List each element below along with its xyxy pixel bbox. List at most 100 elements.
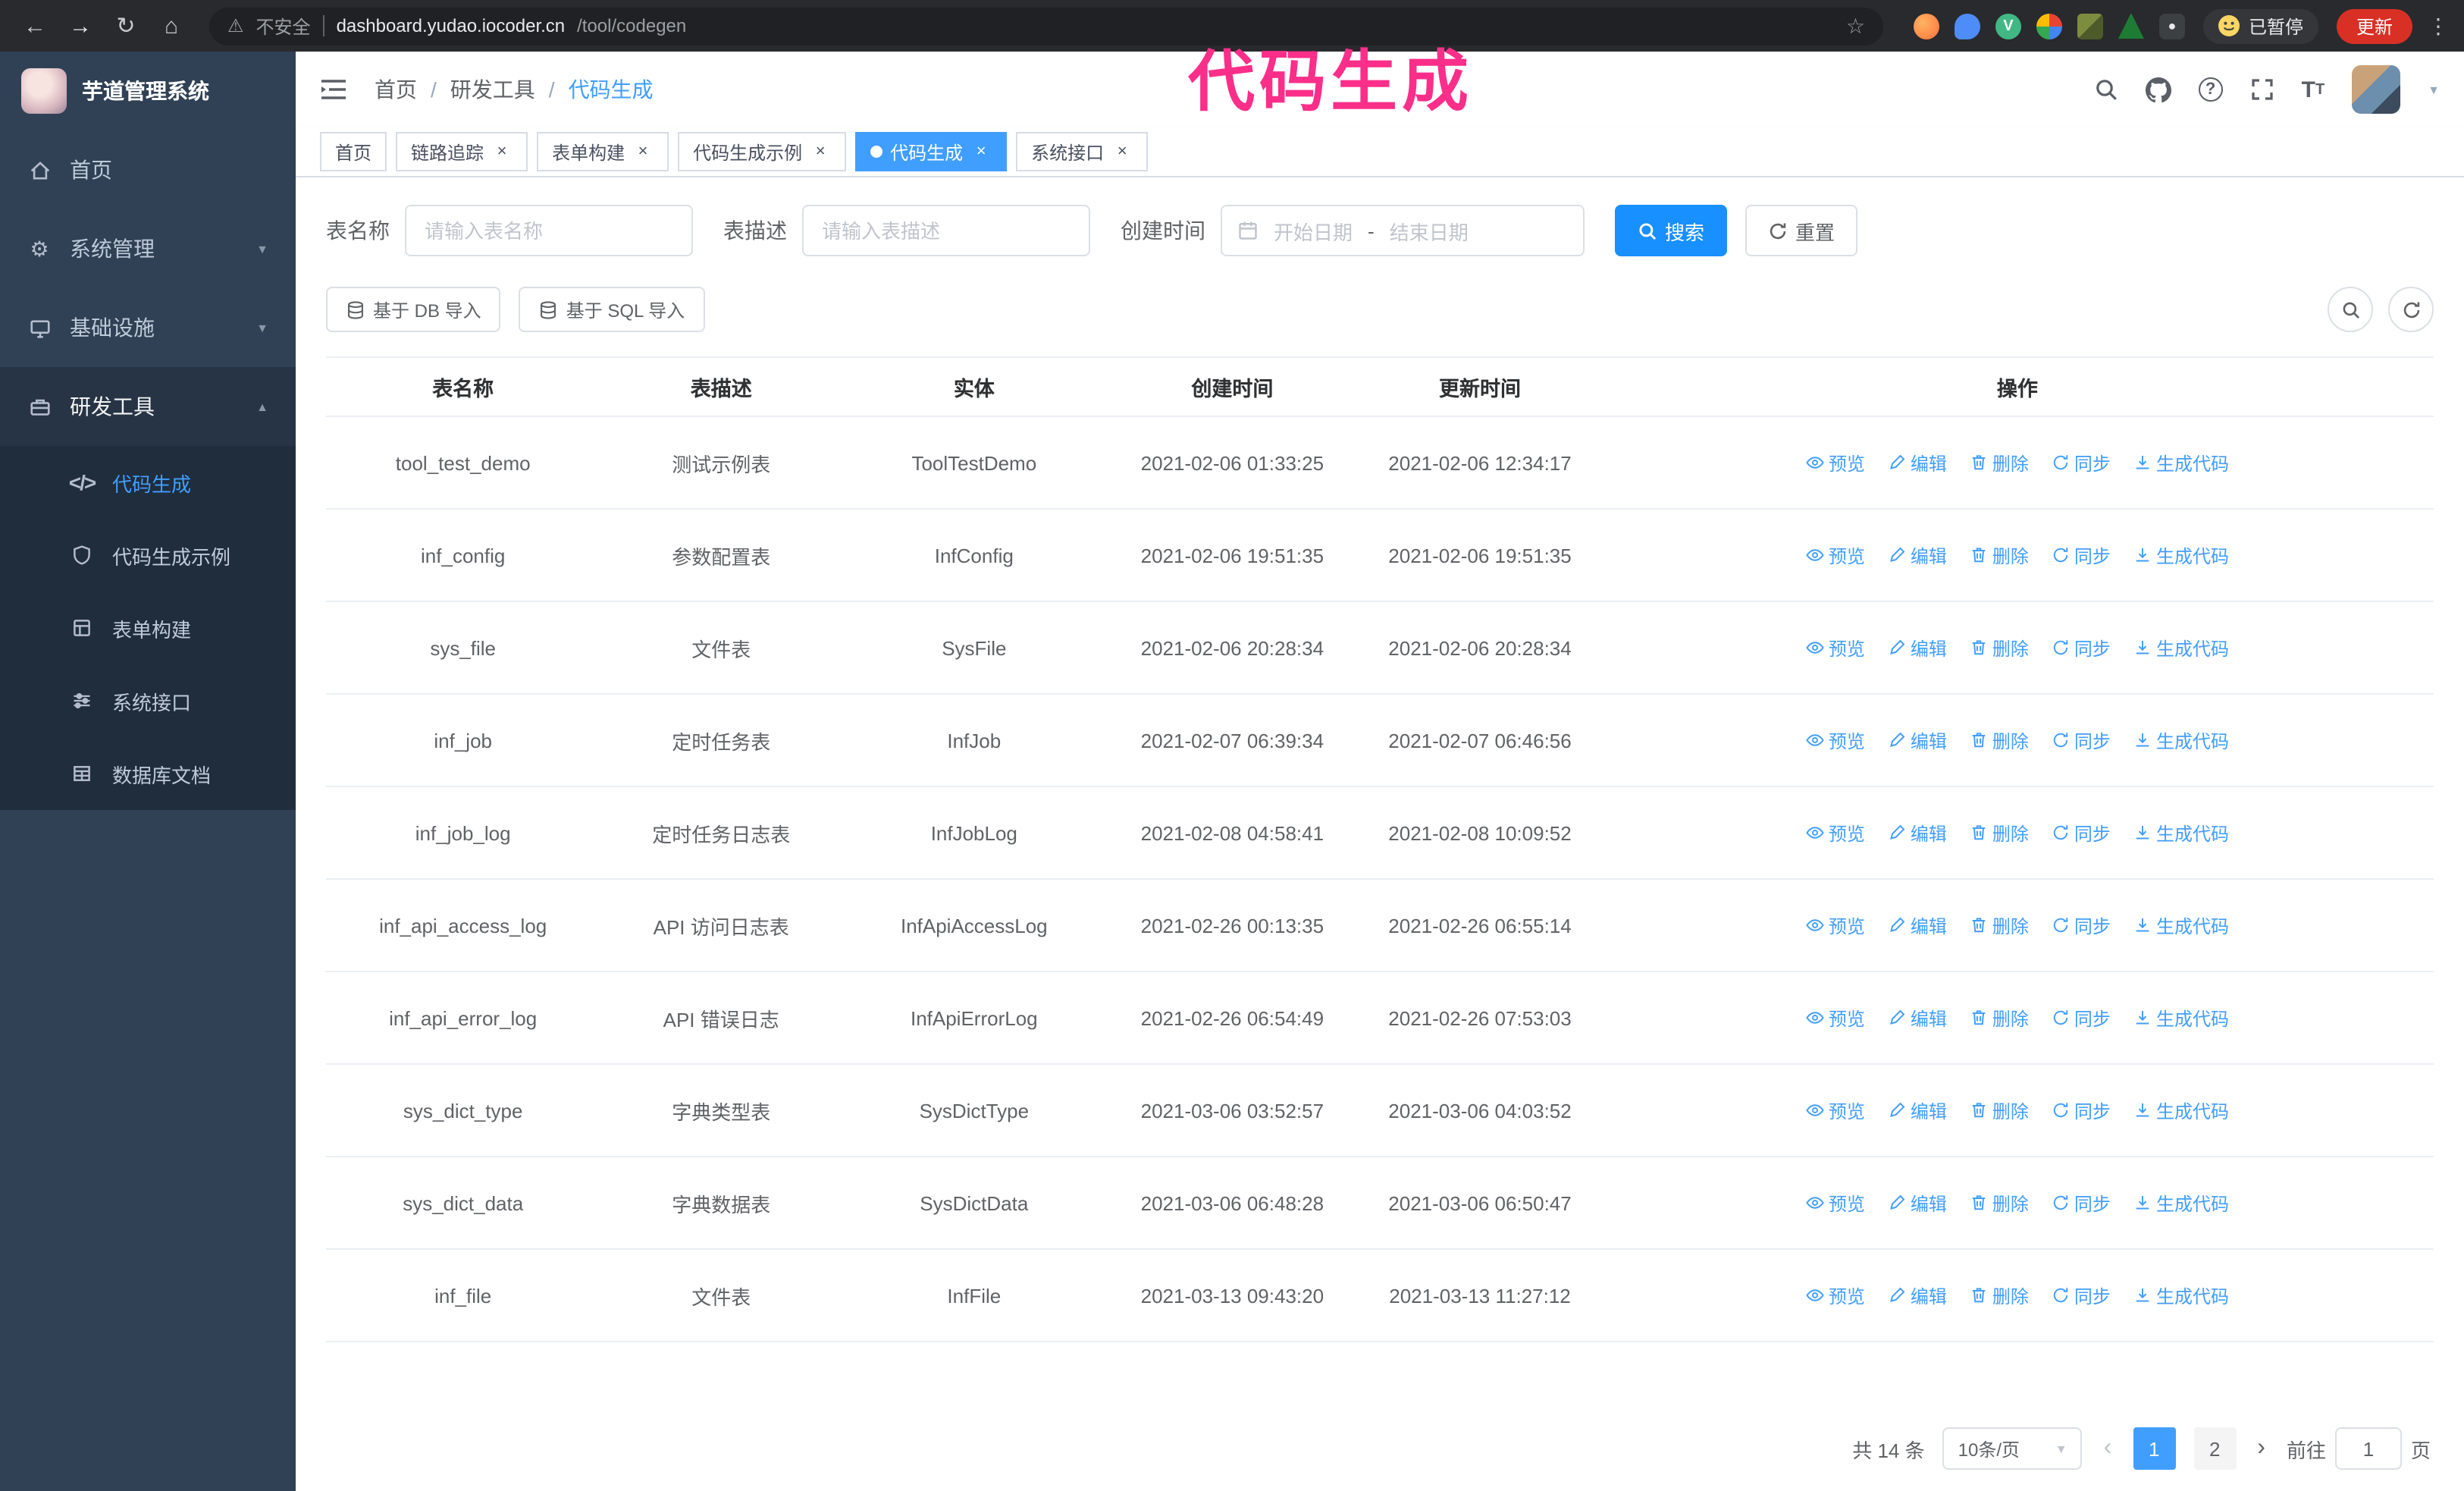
next-page-button[interactable]: › (2254, 1435, 2268, 1462)
generate-code-link[interactable]: 生成代码 (2133, 1097, 2229, 1123)
edit-link[interactable]: 编辑 (1888, 542, 1947, 568)
page-button-2[interactable]: 2 (2193, 1427, 2237, 1470)
prev-page-button[interactable]: ‹ (2101, 1435, 2115, 1462)
sidebar-item-api[interactable]: 系统接口 (0, 664, 296, 737)
extension-icon[interactable] (1913, 13, 1939, 39)
paused-badge[interactable]: 已暂停 (2202, 8, 2318, 43)
edit-link[interactable]: 编辑 (1888, 450, 1947, 476)
delete-link[interactable]: 删除 (1970, 1190, 2029, 1216)
update-button[interactable]: 更新 (2336, 8, 2412, 43)
generate-code-link[interactable]: 生成代码 (2133, 450, 2229, 476)
delete-link[interactable]: 删除 (1970, 635, 2029, 661)
delete-link[interactable]: 删除 (1970, 727, 2029, 753)
sync-link[interactable]: 同步 (2052, 450, 2111, 476)
sync-link[interactable]: 同步 (2052, 1097, 2111, 1123)
edit-link[interactable]: 编辑 (1888, 635, 1947, 661)
extension-icon[interactable] (2077, 13, 2103, 39)
browser-menu-button[interactable]: ⋮ (2428, 13, 2449, 39)
delete-link[interactable]: 删除 (1970, 450, 2029, 476)
font-size-icon[interactable]: TT (2302, 77, 2325, 102)
tab-home[interactable]: 首页 (320, 132, 387, 171)
page-size-select[interactable]: 10条/页 ▼ (1942, 1427, 2083, 1470)
preview-link[interactable]: 预览 (1806, 820, 1865, 846)
tab-api[interactable]: 系统接口 × (1016, 132, 1149, 171)
delete-link[interactable]: 删除 (1970, 1005, 2029, 1031)
sidebar-item-codegen[interactable]: </> 代码生成 (0, 446, 296, 519)
fullscreen-icon[interactable] (2250, 77, 2274, 102)
delete-link[interactable]: 删除 (1970, 542, 2029, 568)
edit-link[interactable]: 编辑 (1888, 1282, 1947, 1308)
sync-link[interactable]: 同步 (2052, 542, 2111, 568)
generate-code-link[interactable]: 生成代码 (2133, 820, 2229, 846)
extension-icon[interactable] (2036, 13, 2062, 39)
sync-link[interactable]: 同步 (2052, 820, 2111, 846)
close-icon[interactable]: × (810, 141, 831, 162)
sync-link[interactable]: 同步 (2052, 1282, 2111, 1308)
chevron-down-icon[interactable]: ▼ (2428, 83, 2440, 96)
delete-link[interactable]: 删除 (1970, 1282, 2029, 1308)
preview-link[interactable]: 预览 (1806, 542, 1865, 568)
preview-link[interactable]: 预览 (1806, 912, 1865, 938)
sync-link[interactable]: 同步 (2052, 727, 2111, 753)
import-sql-button[interactable]: 基于 SQL 导入 (519, 287, 705, 332)
table-desc-input[interactable] (802, 205, 1090, 256)
vue-devtools-extension-icon[interactable]: V (1995, 13, 2021, 39)
table-name-input[interactable] (405, 205, 693, 256)
sidebar-item-form-builder[interactable]: 表单构建 (0, 592, 296, 664)
preview-link[interactable]: 预览 (1806, 1282, 1865, 1308)
generate-code-link[interactable]: 生成代码 (2133, 1005, 2229, 1031)
generate-code-link[interactable]: 生成代码 (2133, 635, 2229, 661)
bookmark-star-icon[interactable]: ☆ (1846, 13, 1865, 39)
generate-code-link[interactable]: 生成代码 (2133, 1190, 2229, 1216)
extension-icon[interactable] (2118, 13, 2144, 39)
preview-link[interactable]: 预览 (1806, 1190, 1865, 1216)
help-icon[interactable]: ? (2198, 77, 2223, 102)
goto-page-input[interactable] (2334, 1427, 2402, 1470)
tab-trace[interactable]: 链路追踪 × (396, 132, 528, 171)
avatar[interactable] (2352, 65, 2401, 114)
preview-link[interactable]: 预览 (1806, 450, 1865, 476)
delete-link[interactable]: 删除 (1970, 912, 2029, 938)
sidebar-item-system-mgmt[interactable]: ⚙ 系统管理 ▼ (0, 209, 296, 288)
edit-link[interactable]: 编辑 (1888, 727, 1947, 753)
refresh-table-button[interactable] (2388, 287, 2434, 332)
generate-code-link[interactable]: 生成代码 (2133, 912, 2229, 938)
import-db-button[interactable]: 基于 DB 导入 (326, 287, 501, 332)
close-icon[interactable]: × (491, 141, 513, 162)
edit-link[interactable]: 编辑 (1888, 820, 1947, 846)
page-button-1[interactable]: 1 (2133, 1427, 2176, 1470)
back-button[interactable]: ← (15, 6, 55, 46)
reset-button[interactable]: 重置 (1745, 205, 1858, 256)
home-button[interactable]: ⌂ (152, 6, 191, 46)
sidebar-toggle-button[interactable] (320, 77, 347, 102)
tab-codegen[interactable]: 代码生成 × (855, 132, 1008, 171)
edit-link[interactable]: 编辑 (1888, 1097, 1947, 1123)
sync-link[interactable]: 同步 (2052, 912, 2111, 938)
sidebar-item-infrastructure[interactable]: 基础设施 ▼ (0, 288, 296, 367)
toggle-search-button[interactable] (2328, 287, 2373, 332)
extension-icon[interactable] (1954, 13, 1980, 39)
generate-code-link[interactable]: 生成代码 (2133, 727, 2229, 753)
address-bar[interactable]: ⚠ 不安全 dashboard.yudao.iocoder.cn/tool/co… (209, 7, 1883, 45)
delete-link[interactable]: 删除 (1970, 820, 2029, 846)
close-icon[interactable]: × (970, 141, 992, 162)
extension-icon[interactable]: ● (2158, 13, 2185, 39)
date-range-picker[interactable]: 开始日期 - 结束日期 (1221, 205, 1585, 256)
search-button[interactable]: 搜索 (1615, 205, 1728, 256)
sync-link[interactable]: 同步 (2052, 1005, 2111, 1031)
sync-link[interactable]: 同步 (2052, 635, 2111, 661)
reload-button[interactable]: ↻ (106, 6, 146, 46)
sync-link[interactable]: 同步 (2052, 1190, 2111, 1216)
close-icon[interactable]: × (632, 141, 654, 162)
tab-codegen-example[interactable]: 代码生成示例 × (678, 132, 847, 171)
preview-link[interactable]: 预览 (1806, 1097, 1865, 1123)
delete-link[interactable]: 删除 (1970, 1097, 2029, 1123)
github-icon[interactable] (2145, 77, 2171, 102)
preview-link[interactable]: 预览 (1806, 1005, 1865, 1031)
breadcrumb-item-dev-tools[interactable]: 研发工具 (450, 74, 535, 105)
generate-code-link[interactable]: 生成代码 (2133, 1282, 2229, 1308)
forward-button[interactable]: → (61, 6, 100, 46)
close-icon[interactable]: × (1111, 141, 1133, 162)
edit-link[interactable]: 编辑 (1888, 912, 1947, 938)
preview-link[interactable]: 预览 (1806, 727, 1865, 753)
